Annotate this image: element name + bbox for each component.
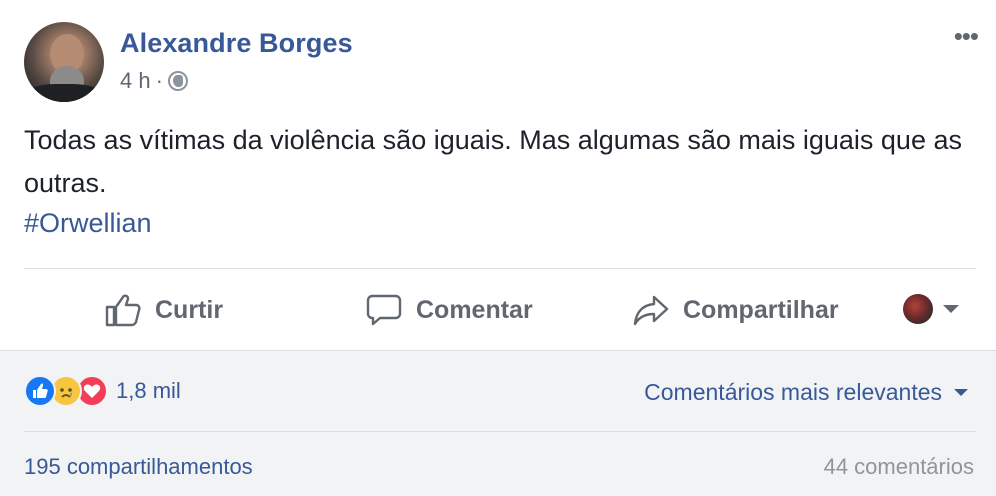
divider <box>24 268 976 269</box>
thumbs-up-icon <box>105 294 141 327</box>
like-label: Curtir <box>155 295 224 324</box>
comment-bubble-icon <box>366 294 402 326</box>
share-button[interactable]: Compartilhar <box>633 288 839 332</box>
comment-sort-dropdown[interactable]: Comentários mais relevantes <box>644 379 968 406</box>
chevron-down-icon <box>943 305 959 313</box>
comment-count[interactable]: 44 comentários <box>824 454 974 480</box>
comment-label: Comentar <box>416 295 533 324</box>
reaction-summary[interactable]: 1,8 mil <box>24 375 181 407</box>
like-reaction-icon <box>24 375 56 407</box>
facebook-post: Alexandre Borges 4 h · ••• Todas as víti… <box>0 0 996 496</box>
post-footer: 1,8 mil Comentários mais relevantes 195 … <box>0 350 996 496</box>
user-avatar <box>903 294 933 324</box>
globe-icon[interactable] <box>167 71 188 91</box>
author-avatar[interactable] <box>24 22 104 102</box>
divider <box>24 431 976 432</box>
post-text: Todas as vítimas da violência são iguais… <box>24 125 962 198</box>
sort-label: Comentários mais relevantes <box>644 379 942 405</box>
meta-separator: · <box>155 68 163 93</box>
share-label: Compartilhar <box>683 295 839 324</box>
post-meta: 4 h · <box>120 68 188 94</box>
post-as-selector[interactable] <box>903 294 959 324</box>
share-arrow-icon <box>633 295 669 326</box>
post-timestamp[interactable]: 4 h <box>120 68 151 94</box>
chevron-down-icon <box>954 389 968 396</box>
hashtag-link[interactable]: #Orwellian <box>24 208 152 239</box>
share-count[interactable]: 195 compartilhamentos <box>24 454 253 480</box>
more-options-icon[interactable]: ••• <box>954 23 979 49</box>
reaction-count[interactable]: 1,8 mil <box>116 378 181 404</box>
comment-button[interactable]: Comentar <box>366 288 533 332</box>
like-button[interactable]: Curtir <box>105 288 223 332</box>
author-name[interactable]: Alexandre Borges <box>120 28 353 59</box>
avatar-shoulder <box>24 84 104 102</box>
